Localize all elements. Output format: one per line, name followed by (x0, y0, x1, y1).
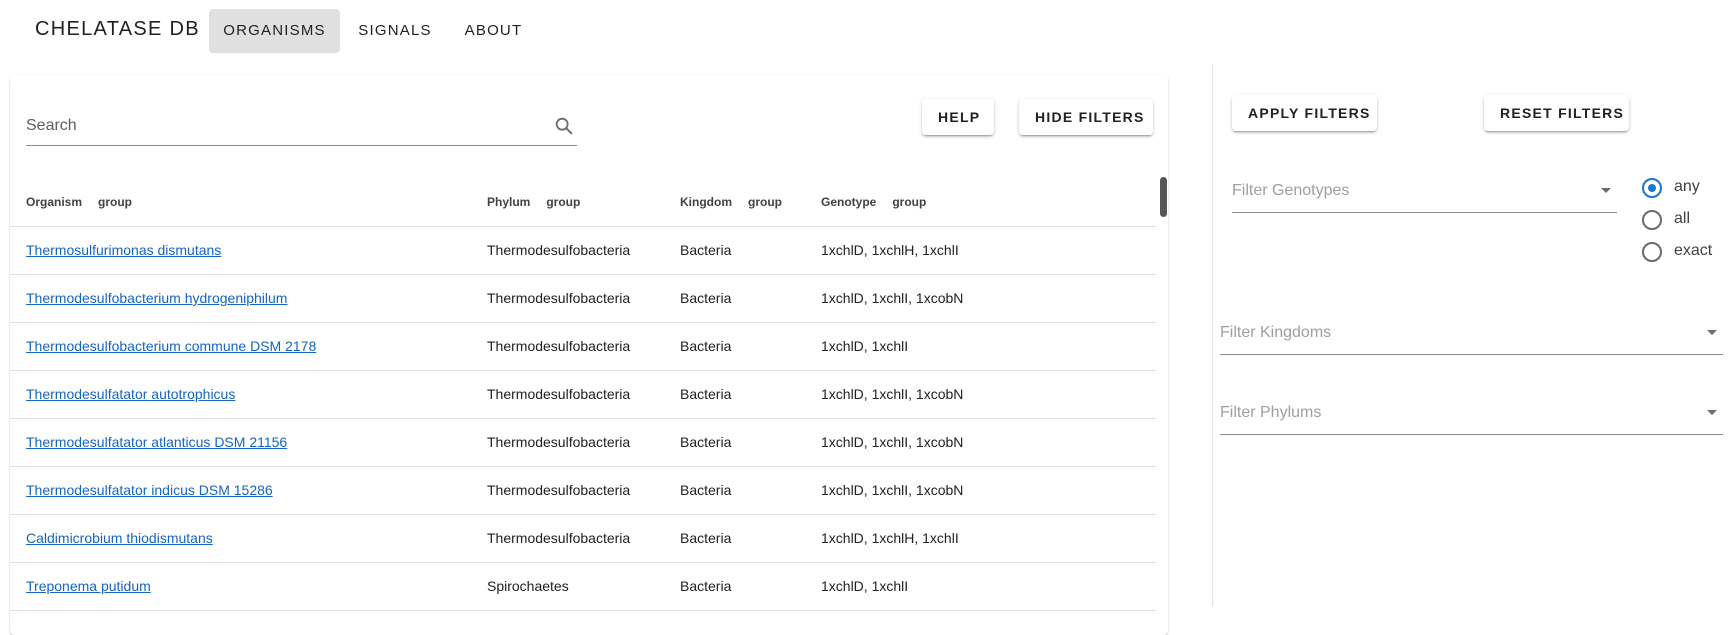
organisms-card: HELP HIDE FILTERS Organism group Phylum gr… (10, 75, 1168, 635)
radio-button-checked-icon[interactable] (1642, 178, 1662, 198)
filter-genotypes-select[interactable]: Filter Genotypes (1232, 172, 1617, 213)
column-label: Organism (26, 195, 83, 209)
column-group-toggle[interactable]: group (98, 195, 132, 209)
phylum-cell: Thermodesulfobacteria (487, 290, 631, 306)
reset-filters-button[interactable]: RESET FILTERS (1484, 95, 1629, 131)
genotype-cell: 1xchlD, 1xchlH, 1xchlI (821, 530, 959, 546)
phylum-cell: Thermodesulfobacteria (487, 386, 631, 402)
column-group-toggle[interactable]: group (748, 195, 782, 209)
search-input[interactable] (26, 111, 526, 141)
kingdom-cell: Bacteria (680, 338, 732, 354)
filter-kingdoms-placeholder: Filter Kingdoms (1220, 324, 1332, 341)
help-button[interactable]: HELP (922, 99, 994, 135)
organism-link[interactable]: Treponema putidum (26, 578, 151, 594)
organism-link[interactable]: Thermodesulfatator autotrophicus (26, 386, 235, 402)
phylum-cell: Thermodesulfobacteria (487, 338, 631, 354)
kingdom-cell: Bacteria (680, 482, 732, 498)
table-header: Organism group Phylum group Kingdom group G… (10, 171, 1156, 227)
table-row: Thermodesulfobacterium hydrogeniphilum T… (10, 275, 1156, 323)
filter-phylums-placeholder: Filter Phylums (1220, 404, 1322, 421)
table-row: Thermodesulfatator atlanticus DSM 21156 … (10, 419, 1156, 467)
genotype-cell: 1xchlD, 1xchlI, 1xcobN (821, 290, 964, 306)
table-scrollbar-thumb[interactable] (1160, 177, 1167, 217)
organism-link[interactable]: Thermodesulfatator atlanticus DSM 21156 (26, 434, 287, 450)
column-label: Phylum (487, 195, 531, 209)
column-header-genotype[interactable]: Genotype group (821, 195, 926, 209)
phylum-cell: Thermodesulfobacteria (487, 434, 631, 450)
tab-signals[interactable]: SIGNALS (349, 9, 441, 53)
dropdown-caret-icon (1601, 188, 1611, 193)
dropdown-caret-icon (1707, 410, 1717, 415)
filters-divider (1212, 64, 1213, 606)
kingdom-cell: Bacteria (680, 578, 732, 594)
genotype-cell: 1xchlD, 1xchlI, 1xcobN (821, 386, 964, 402)
kingdom-cell: Bacteria (680, 242, 732, 258)
organisms-table: Organism group Phylum group Kingdom group G… (10, 171, 1156, 611)
radio-label: exact (1674, 242, 1713, 259)
tab-about[interactable]: ABOUT (452, 9, 535, 53)
hide-filters-button[interactable]: HIDE FILTERS (1019, 99, 1153, 135)
genotype-cell: 1xchlD, 1xchlI (821, 578, 909, 594)
genotype-cell: 1xchlD, 1xchlI, 1xcobN (821, 482, 964, 498)
phylum-cell: Spirochaetes (487, 578, 569, 594)
table-row: Treponema putidum Spirochaetes Bacteria … (10, 563, 1156, 611)
column-label: Genotype (821, 195, 877, 209)
table-row: Thermodesulfatator autotrophicus Thermod… (10, 371, 1156, 419)
column-header-organism[interactable]: Organism group (26, 195, 132, 209)
column-label: Kingdom (680, 195, 732, 209)
radio-label: all (1674, 210, 1691, 227)
radio-button-icon[interactable] (1642, 210, 1662, 230)
kingdom-cell: Bacteria (680, 290, 732, 306)
genotype-cell: 1xchlD, 1xchlI, 1xcobN (821, 434, 964, 450)
phylum-cell: Thermodesulfobacteria (487, 482, 631, 498)
phylum-cell: Thermodesulfobacteria (487, 242, 631, 258)
table-row: Thermosulfurimonas dismutans Thermodesul… (10, 227, 1156, 275)
app-title: CHELATASE DB (35, 18, 200, 40)
radio-button-icon[interactable] (1642, 242, 1662, 262)
genotype-cell: 1xchlD, 1xchlH, 1xchlI (821, 242, 959, 258)
radio-label: any (1674, 178, 1700, 195)
kingdom-cell: Bacteria (680, 530, 732, 546)
phylum-cell: Thermodesulfobacteria (487, 530, 631, 546)
column-header-phylum[interactable]: Phylum group (487, 195, 580, 209)
organism-link[interactable]: Caldimicrobium thiodismutans (26, 530, 213, 546)
app-bar: CHELATASE DB ORGANISMS SIGNALS ABOUT (0, 0, 1734, 62)
search-field[interactable] (26, 111, 577, 146)
kingdom-cell: Bacteria (680, 434, 732, 450)
table-row: Thermodesulfobacterium commune DSM 2178 … (10, 323, 1156, 371)
organism-link[interactable]: Thermodesulfobacterium hydrogeniphilum (26, 290, 287, 306)
tab-organisms[interactable]: ORGANISMS (209, 9, 340, 53)
table-row: Thermodesulfatator indicus DSM 15286 The… (10, 467, 1156, 515)
column-group-toggle[interactable]: group (892, 195, 926, 209)
organism-link[interactable]: Thermodesulfobacterium commune DSM 2178 (26, 338, 316, 354)
search-icon[interactable] (553, 115, 575, 137)
filter-genotypes-placeholder: Filter Genotypes (1232, 182, 1350, 199)
filter-kingdoms-select[interactable]: Filter Kingdoms (1220, 314, 1723, 355)
column-header-kingdom[interactable]: Kingdom group (680, 195, 782, 209)
organism-link[interactable]: Thermodesulfatator indicus DSM 15286 (26, 482, 273, 498)
kingdom-cell: Bacteria (680, 386, 732, 402)
organism-link[interactable]: Thermosulfurimonas dismutans (26, 242, 221, 258)
genotype-cell: 1xchlD, 1xchlI (821, 338, 909, 354)
dropdown-caret-icon (1707, 330, 1717, 335)
column-group-toggle[interactable]: group (546, 195, 580, 209)
apply-filters-button[interactable]: APPLY FILTERS (1232, 95, 1377, 131)
filter-phylums-select[interactable]: Filter Phylums (1220, 394, 1723, 435)
table-row: Caldimicrobium thiodismutans Thermodesul… (10, 515, 1156, 563)
